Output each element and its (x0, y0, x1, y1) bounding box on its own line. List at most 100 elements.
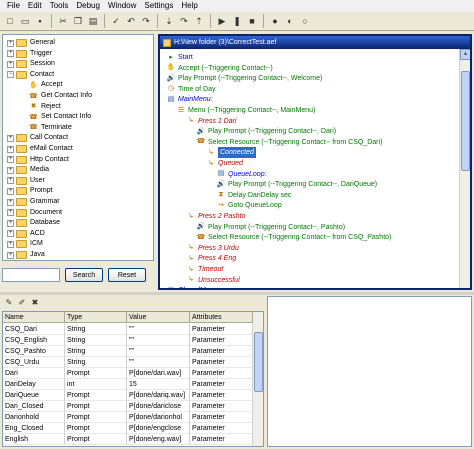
pause-button[interactable]: ❚ (230, 14, 244, 29)
script-step[interactable]: ↳ Timeout (186, 264, 223, 275)
script-step[interactable]: ↪ Goto QueueLoop (216, 200, 282, 211)
new-button[interactable]: □ (3, 14, 17, 29)
delete-variable-icon[interactable]: ✖ (30, 298, 40, 308)
reset-button[interactable]: Reset (108, 268, 146, 282)
palette-category-document[interactable]: + Document (7, 208, 62, 218)
variable-row[interactable]: CSQ_Urdu String "" Parameter (3, 357, 253, 368)
script-vertical-scrollbar[interactable]: ▲ (459, 49, 470, 288)
palette-category-session[interactable]: + Session (7, 59, 55, 69)
step-palette-tree[interactable]: + General + Trigger + Session − Contact ✋ Accept ☎… (2, 34, 154, 261)
toggle-breakpoint-button[interactable]: ◐ (283, 14, 297, 29)
script-step[interactable]: 🔊 Play Prompt (--Triggering Contact--, Da… (196, 126, 336, 137)
menu-edit[interactable]: Edit (24, 0, 46, 12)
expand-icon[interactable]: + (7, 230, 14, 238)
menu-tools[interactable]: Tools (46, 0, 73, 12)
column-header-attributes[interactable]: Attributes (190, 312, 253, 323)
redo-button[interactable]: ↷ (139, 14, 153, 29)
script-step[interactable]: 🔊 Play Prompt (--Triggering Contact--, Pa… (196, 222, 345, 233)
palette-category-acd[interactable]: + ACD (7, 229, 45, 239)
breakpoint-button[interactable]: ● (268, 14, 282, 29)
variables-scroll-thumb[interactable] (254, 332, 263, 392)
palette-category-java[interactable]: + Java (7, 250, 45, 260)
script-step[interactable]: ↳ Press 3 Urdu (186, 243, 239, 254)
add-variable-icon[interactable]: ✎ (4, 298, 14, 308)
cut-button[interactable]: ✂ (56, 14, 70, 29)
variable-row[interactable]: Dari Prompt P[done/dari.wav] Parameter (3, 368, 253, 379)
palette-category-database[interactable]: + Database (7, 218, 60, 228)
script-step[interactable]: ↳ Queued (206, 158, 243, 169)
expand-icon[interactable]: + (7, 177, 14, 185)
expand-icon[interactable]: + (7, 240, 14, 248)
script-step[interactable]: ☎ Select Resource (--Triggering Contact--… (196, 137, 383, 148)
script-step[interactable]: ↳ Connected (206, 147, 256, 159)
column-header-value[interactable]: Value (127, 312, 190, 323)
expand-icon[interactable]: + (7, 166, 14, 174)
variable-row[interactable]: Dari_Closed Prompt P[done/dariclose Paramet… (3, 401, 253, 412)
variable-row[interactable]: Eng_Closed Prompt P[done/engclose Parameter (3, 423, 253, 434)
script-title-bar[interactable]: H:\New folder (3)\CorrectTest.aef (160, 36, 470, 49)
validate-button[interactable]: ✓ (109, 14, 123, 29)
script-step[interactable]: ▤ClosedMenu: (166, 285, 220, 288)
stop-button[interactable]: ■ (245, 14, 259, 29)
expand-icon[interactable]: + (7, 145, 14, 153)
menu-window[interactable]: Window (104, 0, 140, 12)
column-header-type[interactable]: Type (65, 312, 127, 323)
palette-category-media[interactable]: + Media (7, 165, 49, 175)
script-step[interactable]: ⧗ Delay DariDelay sec (216, 190, 292, 201)
expand-icon[interactable]: + (7, 134, 14, 142)
copy-button[interactable]: ❐ (71, 14, 85, 29)
expand-icon[interactable]: + (7, 209, 14, 217)
palette-step-terminate[interactable]: ☎ Terminate (29, 123, 72, 133)
step-over-button[interactable]: ↷ (177, 14, 191, 29)
script-step[interactable]: ↳ Unsuccessful (186, 275, 240, 286)
script-step[interactable]: ▤ QueueLoop: (216, 169, 267, 180)
palette-category-call-contact[interactable]: + Call Contact (7, 133, 68, 143)
script-step[interactable]: ↳ Press 1 Dari (186, 116, 236, 127)
script-step[interactable]: 🔊 Play Prompt (--Triggering Contact--, Da… (216, 179, 377, 190)
expand-icon[interactable]: + (7, 219, 14, 227)
script-step[interactable]: ☎ Select Resource (--Triggering Contact--… (196, 232, 392, 243)
variable-row[interactable]: CSQ_English String "" Parameter (3, 335, 253, 346)
palette-category-email-contact[interactable]: + eMail Contact (7, 144, 73, 154)
palette-search-input[interactable] (2, 268, 60, 282)
menu-settings[interactable]: Settings (140, 0, 177, 12)
palette-category-user[interactable]: + User (7, 176, 45, 186)
palette-category-icm[interactable]: + ICM (7, 239, 43, 249)
expand-icon[interactable]: + (7, 187, 14, 195)
clear-breakpoints-button[interactable]: ○ (298, 14, 312, 29)
script-step[interactable]: 🔊 Play Prompt (--Triggering Contact--, We… (166, 73, 323, 84)
variable-row[interactable]: DariQueue Prompt P[done/dariq.wav] Paramete… (3, 390, 253, 401)
expand-icon[interactable]: + (7, 50, 14, 58)
save-button[interactable]: ▪ (33, 14, 47, 29)
scroll-thumb[interactable] (461, 71, 470, 171)
expand-icon[interactable]: + (7, 251, 14, 259)
paste-button[interactable]: ▤ (86, 14, 100, 29)
variables-vertical-scrollbar[interactable] (252, 312, 263, 446)
variable-row[interactable]: Darionhold Prompt P[done/darionhol Paramete… (3, 412, 253, 423)
script-step[interactable]: ↳ Press 2 Pashto (186, 211, 245, 222)
run-button[interactable]: ▶ (215, 14, 229, 29)
palette-category-http-contact[interactable]: + Http Contact (7, 155, 69, 165)
scroll-up-icon[interactable]: ▲ (460, 49, 470, 60)
palette-category-general[interactable]: + General (7, 38, 55, 48)
expand-icon[interactable]: + (7, 39, 14, 47)
undo-button[interactable]: ↶ (124, 14, 138, 29)
menu-file[interactable]: File (3, 0, 24, 12)
script-step[interactable]: ☰ Menu (--Triggering Contact--, MainMenu) (176, 105, 315, 116)
script-step[interactable]: ▸ Start (166, 52, 193, 63)
script-step[interactable]: ▤ MainMenu: (166, 94, 213, 105)
expand-icon[interactable]: + (7, 198, 14, 206)
horizontal-splitter[interactable] (0, 292, 474, 295)
expand-icon[interactable]: + (7, 156, 14, 164)
column-header-name[interactable]: Name (3, 312, 65, 323)
open-button[interactable]: ▭ (18, 14, 32, 29)
script-step[interactable]: ✋ Accept (--Triggering Contact--) (166, 63, 273, 74)
expand-icon[interactable]: + (7, 60, 14, 68)
collapse-icon[interactable]: − (7, 71, 14, 79)
palette-step-get-contact-info[interactable]: ☎ Get Contact Info (29, 91, 92, 101)
script-tree[interactable]: ▸ Start ✋ Accept (--Triggering Contact--) 🔊 P… (160, 49, 461, 289)
palette-step-reject[interactable]: ✖ Reject (29, 102, 61, 112)
variable-row[interactable]: English Prompt P[done/eng.wav] Parameter (3, 434, 253, 445)
variable-row[interactable]: CSQ_Dari String "" Parameter (3, 324, 253, 335)
palette-category-grammar[interactable]: + Grammar (7, 197, 60, 207)
